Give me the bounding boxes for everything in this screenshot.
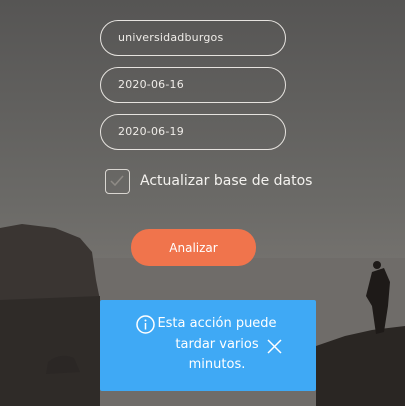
toast-message: Esta acción puede tardar varios minutos. <box>157 316 277 372</box>
close-icon[interactable] <box>266 338 283 355</box>
username-input[interactable]: universidadburgos <box>100 20 286 56</box>
notification-toast: Esta acción puede tardar varios minutos. <box>100 300 316 391</box>
start-date-input[interactable]: 2020-06-16 <box>100 67 286 103</box>
analyze-button[interactable]: Analizar <box>131 229 256 266</box>
update-db-label: Actualizar base de datos <box>140 173 313 189</box>
checkmark-icon <box>110 175 124 187</box>
end-date-input[interactable]: 2020-06-19 <box>100 114 286 150</box>
update-db-checkbox[interactable] <box>105 169 130 194</box>
